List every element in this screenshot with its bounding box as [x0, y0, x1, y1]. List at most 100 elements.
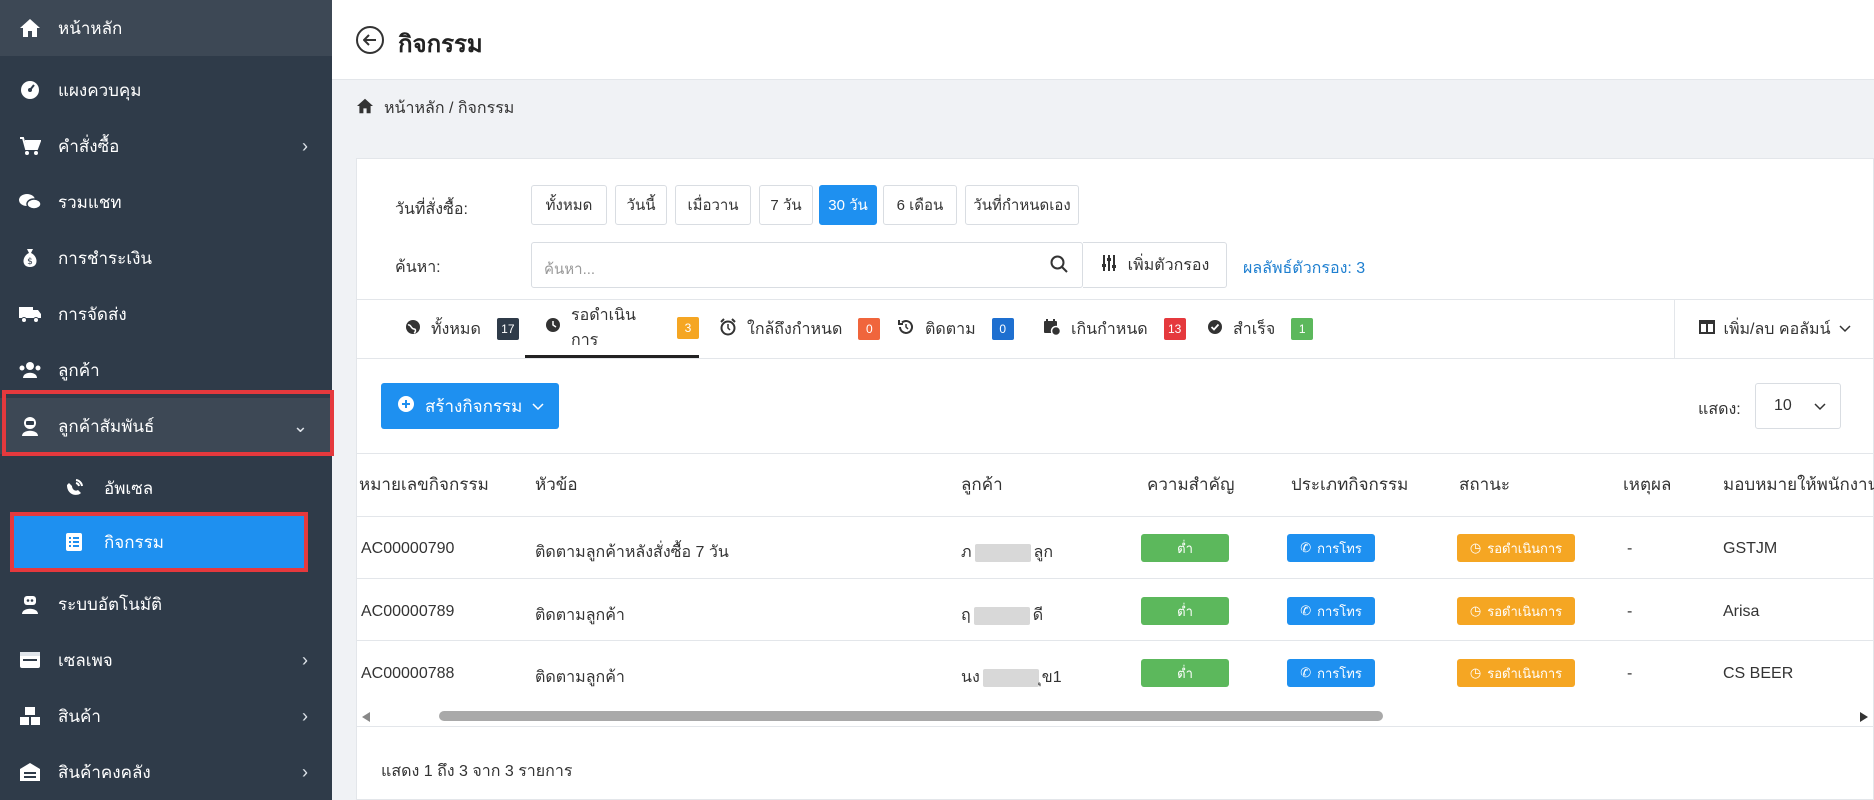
tab-completed[interactable]: สำเร็จ 1 — [1207, 300, 1314, 358]
sidebar-item-label: สินค้าคงคลัง — [58, 762, 151, 782]
browser-icon — [18, 648, 42, 672]
activity-subject[interactable]: ติดตามลูกค้า — [535, 665, 625, 690]
column-header[interactable]: ประเภทกิจกรรม — [1291, 454, 1408, 516]
column-header[interactable]: มอบหมายให้พนักงาน — [1723, 454, 1874, 516]
activity-id[interactable]: AC00000790 — [361, 540, 454, 558]
sidebar-item-dashboard[interactable]: แผงควบคุม — [0, 62, 332, 118]
chevron-right-icon: › — [302, 761, 308, 782]
page-size-label: แสดง: — [1698, 401, 1741, 418]
status-badge: ◷ รอดำเนินการ — [1457, 534, 1575, 562]
scroll-right-arrow-icon[interactable] — [1859, 710, 1869, 728]
activity-subject[interactable]: ติดตามลูกค้า — [535, 603, 625, 628]
status-badge: ◷ รอดำเนินการ — [1457, 659, 1575, 687]
create-activity-button[interactable]: สร้างกิจกรรม — [381, 383, 559, 429]
column-header[interactable]: หมายเลขกิจกรรม — [359, 454, 489, 516]
row-divider — [357, 516, 1874, 517]
date-option-6months[interactable]: 6 เดือน — [883, 185, 957, 225]
breadcrumb-text[interactable]: หน้าหลัก / กิจกรรม — [384, 96, 514, 121]
tab-label: สำเร็จ — [1233, 320, 1276, 338]
activity-id[interactable]: AC00000789 — [361, 603, 454, 621]
phone-icon: ✆ — [1300, 540, 1312, 555]
scrollbar-thumb[interactable] — [439, 711, 1383, 721]
sidebar-subitem-upsell[interactable]: อัพเซล — [0, 462, 332, 514]
chevron-down-icon — [1838, 320, 1851, 338]
status-badge: ◷ รอดำเนินการ — [1457, 597, 1575, 625]
back-arrow-icon[interactable] — [356, 26, 384, 54]
chevron-right-icon: › — [302, 135, 308, 156]
column-header[interactable]: หัวข้อ — [535, 454, 578, 516]
horizontal-scrollbar[interactable] — [357, 705, 1874, 727]
customer-name-start: นง — [961, 669, 980, 686]
sliders-icon — [1100, 254, 1118, 277]
tab-label: ใกล้ถึงกำหนด — [747, 320, 843, 338]
redacted-block — [973, 606, 1030, 625]
customer-name-start: ฤ — [961, 607, 971, 624]
money-bag-icon: $ — [18, 246, 42, 270]
tab-pending[interactable]: รอดำเนินการ 3 — [525, 300, 699, 358]
date-filter-label: วันที่สั่งซื้อ: — [395, 201, 468, 218]
date-option-7days[interactable]: 7 วัน — [759, 185, 813, 225]
activity-type-badge: ✆ การโทร — [1287, 534, 1375, 562]
tab-label: ทั้งหมด — [431, 320, 481, 338]
customer-name-end: ดี — [1032, 607, 1044, 624]
filter-result-link[interactable]: ผลลัพธ์ตัวกรอง: 3 — [1243, 256, 1365, 281]
page-header: กิจกรรม — [332, 0, 1874, 80]
date-option-30days[interactable]: 30 วัน — [819, 185, 877, 225]
customer-name-end: ลูก — [1033, 544, 1054, 561]
sidebar-item-automation[interactable]: ระบบอัตโนมัติ — [0, 576, 332, 632]
sidebar-item-salepage[interactable]: เซลเพจ › — [0, 632, 332, 688]
activity-assignee: GSTJM — [1723, 540, 1778, 557]
sidebar-item-inventory[interactable]: สินค้าคงคลัง › — [0, 744, 332, 800]
activity-customer[interactable]: นงุข1 — [961, 665, 1062, 690]
tab-overdue[interactable]: เกินกำหนด 13 — [1043, 300, 1186, 358]
sidebar-item-orders[interactable]: คำสั่งซื้อ › — [0, 118, 332, 174]
tab-all[interactable]: ทั้งหมด 17 — [405, 300, 519, 358]
activity-reason: - — [1627, 665, 1633, 682]
column-header[interactable]: เหตุผล — [1623, 454, 1671, 516]
robot-icon — [18, 592, 42, 616]
date-option-custom[interactable]: วันที่กำหนดเอง — [965, 185, 1079, 225]
customer-name-end: ุข1 — [1041, 669, 1062, 686]
priority-badge: ต่ำ — [1141, 534, 1229, 562]
activity-subject[interactable]: ติดตามลูกค้าหลังสั่งซื้อ 7 วัน — [535, 540, 729, 565]
column-header[interactable]: สถานะ — [1459, 454, 1510, 516]
sidebar-item-products[interactable]: สินค้า › — [0, 688, 332, 744]
sidebar-item-shipping[interactable]: การจัดส่ง — [0, 286, 332, 342]
add-filter-button[interactable]: เพิ่มตัวกรอง — [1083, 242, 1227, 288]
upsell-icon — [62, 476, 86, 500]
phone-icon: ✆ — [1300, 665, 1312, 680]
sidebar-item-label: รวมแชท — [58, 192, 122, 212]
boxes-icon — [18, 704, 42, 728]
page-size-select[interactable]: 10 — [1755, 383, 1841, 429]
date-option-yesterday[interactable]: เมื่อวาน — [675, 185, 751, 225]
sidebar-subitem-activity[interactable]: กิจกรรม — [14, 516, 304, 568]
sidebar-item-payment[interactable]: $ การชำระเงิน — [0, 230, 332, 286]
tab-count-badge: 13 — [1163, 318, 1186, 340]
search-input[interactable]: ค้นหา... — [531, 242, 1083, 288]
column-header[interactable]: ความสำคัญ — [1147, 454, 1234, 516]
search-icon[interactable] — [1050, 255, 1068, 278]
tab-follow-up[interactable]: ติดตาม 0 — [897, 300, 1014, 358]
tab-label: เกินกำหนด — [1071, 320, 1148, 338]
tab-near-due[interactable]: ใกล้ถึงกำหนด 0 — [719, 300, 881, 358]
sidebar-item-chat[interactable]: รวมแชท — [0, 174, 332, 230]
calendar-clock-icon — [1043, 318, 1062, 341]
sidebar-item-customers[interactable]: ลูกค้า — [0, 342, 332, 398]
home-icon[interactable] — [356, 98, 374, 119]
activity-customer[interactable]: ภ ลูก — [961, 540, 1053, 565]
crm-icon — [18, 414, 42, 438]
sidebar-item-crm[interactable]: ลูกค้าสัมพันธ์ ⌄ — [0, 398, 332, 454]
column-toggle-button[interactable]: เพิ่ม/ลบ คอลัมน์ — [1674, 300, 1874, 358]
activity-customer[interactable]: ฤ ดี — [961, 603, 1043, 628]
date-option-all[interactable]: ทั้งหมด — [531, 185, 607, 225]
users-icon — [18, 358, 42, 382]
sidebar-item-home[interactable]: หน้าหลัก — [0, 0, 332, 56]
sidebar-item-label: หน้าหลัก — [58, 18, 123, 38]
scroll-left-arrow-icon[interactable] — [361, 710, 371, 728]
columns-icon — [1699, 319, 1716, 339]
activity-id[interactable]: AC00000788 — [361, 665, 454, 683]
column-header[interactable]: ลูกค้า — [961, 454, 1003, 516]
date-option-today[interactable]: วันนี้ — [615, 185, 667, 225]
activity-card: วันที่สั่งซื้อ: ทั้งหมด วันนี้ เมื่อวาน … — [356, 158, 1874, 800]
sidebar-item-label: แผงควบคุม — [58, 80, 142, 100]
